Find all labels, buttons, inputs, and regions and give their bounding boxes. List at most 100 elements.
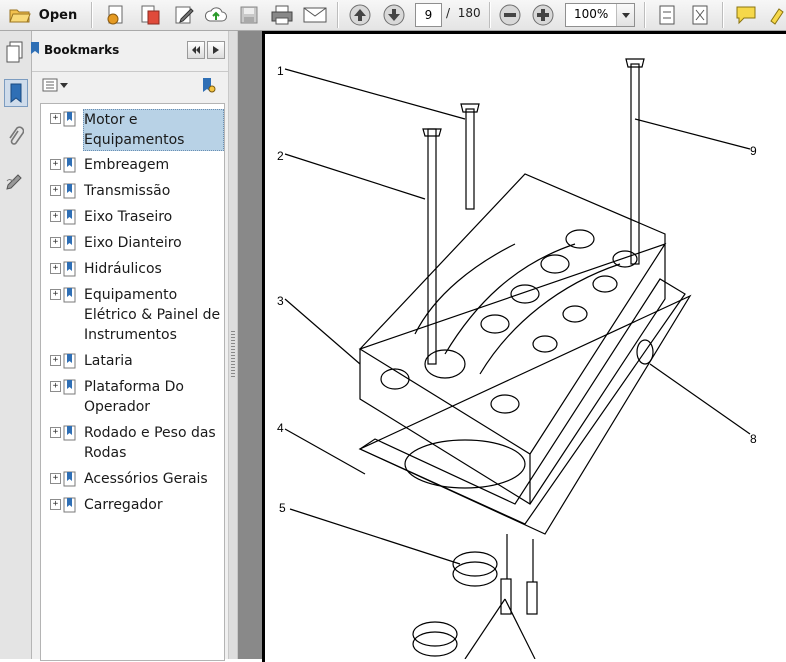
cylinder-head-drawing — [284, 58, 751, 659]
bookmark-icon — [63, 111, 76, 127]
zoom-in-button[interactable] — [531, 3, 555, 27]
bookmark-options-button[interactable] — [42, 78, 68, 92]
toolbar-separator — [91, 2, 93, 28]
bookmark-small-icon — [31, 42, 39, 54]
zoom-value: 100% — [574, 7, 609, 21]
edit-button[interactable] — [171, 3, 197, 27]
bookmark-label: Transmissão — [84, 183, 171, 199]
callout-2: 2 — [277, 149, 284, 163]
previous-page-button[interactable] — [347, 3, 373, 27]
bookmark-item[interactable]: + Plataforma Do Operador — [41, 377, 224, 417]
bookmark-item[interactable]: + Transmissão — [41, 181, 224, 201]
bookmark-label: Lataria — [84, 353, 133, 369]
expand-icon — [692, 5, 708, 25]
bookmarks-panel-button[interactable] — [4, 79, 28, 107]
expand-icon[interactable]: + — [50, 211, 61, 222]
highlight-button[interactable] — [765, 3, 786, 27]
expand-icon[interactable]: + — [50, 237, 61, 248]
expand-icon[interactable]: + — [50, 263, 61, 274]
bookmark-icon — [63, 471, 76, 487]
create-pdf-button[interactable] — [103, 3, 129, 27]
bookmark-item[interactable]: + Carregador — [41, 495, 224, 515]
open-label: Open — [38, 7, 78, 23]
arrow-down-circle-icon — [383, 4, 405, 26]
bookmark-label: Acessórios Gerais — [84, 471, 208, 487]
panel-title: Bookmarks — [44, 43, 120, 57]
bookmark-item[interactable]: + Lataria — [41, 351, 224, 371]
print-button[interactable] — [268, 3, 296, 27]
bookmark-item[interactable]: + Embreagem — [41, 155, 224, 175]
signatures-panel-button[interactable] — [4, 167, 26, 193]
navigation-strip — [0, 31, 32, 659]
options-menu-icon — [42, 78, 58, 92]
collapse-panel-button[interactable] — [187, 41, 205, 59]
expand-icon[interactable]: + — [50, 289, 61, 300]
bookmark-item[interactable]: + Rodado e Peso das Rodas — [41, 423, 224, 463]
callout-8: 8 — [750, 432, 757, 446]
bookmarks-panel: Bookmarks + Motor e Equipamentos + Embreage… — [31, 31, 228, 661]
pages-panel-button[interactable] — [4, 39, 26, 65]
bookmark-label: Equipamento Elétrico & Painel de Instrum… — [84, 287, 221, 343]
bookmark-item[interactable]: + Hidráulicos — [41, 259, 224, 279]
bookmark-item[interactable]: + Eixo Dianteiro — [41, 233, 224, 253]
bookmark-icon — [63, 261, 76, 277]
open-button[interactable]: Open — [6, 3, 80, 27]
fit-page-button[interactable] — [655, 3, 679, 27]
main-toolbar: Open 9 / 180 100% — [0, 0, 786, 31]
expand-icon[interactable]: + — [50, 113, 61, 124]
expand-icon[interactable]: + — [50, 185, 61, 196]
bookmark-icon — [63, 497, 76, 513]
callout-4: 4 — [277, 421, 284, 435]
bookmark-label: Rodado e Peso das Rodas — [84, 425, 216, 461]
bookmark-icon — [63, 287, 76, 303]
expand-icon[interactable]: + — [50, 473, 61, 484]
bookmark-icon — [63, 353, 76, 369]
bookmark-label: Eixo Traseiro — [84, 209, 173, 225]
zoom-select[interactable]: 100% — [565, 3, 635, 27]
combine-files-icon — [141, 5, 160, 25]
arrow-up-circle-icon — [349, 4, 371, 26]
expand-icon[interactable]: + — [50, 355, 61, 366]
bookmark-item[interactable]: + Acessórios Gerais — [41, 469, 224, 489]
chevron-down-icon[interactable] — [616, 4, 634, 26]
signature-pen-icon — [6, 174, 22, 190]
bookmark-item[interactable]: + Motor e Equipamentos — [41, 109, 224, 151]
combine-files-button[interactable] — [137, 3, 163, 27]
find-bookmark-button[interactable] — [200, 77, 218, 99]
expand-icon[interactable]: + — [50, 159, 61, 170]
panel-splitter[interactable] — [228, 31, 238, 659]
create-pdf-icon — [107, 5, 123, 25]
bookmark-item[interactable]: + Eixo Traseiro — [41, 207, 224, 227]
upload-button[interactable] — [203, 3, 229, 27]
bookmark-item[interactable]: + Equipamento Elétrico & Painel de Instru… — [41, 285, 224, 345]
chevron-right-icon — [213, 46, 219, 54]
panel-options-button[interactable] — [207, 41, 225, 59]
bookmarks-toolbar — [32, 72, 228, 100]
attachments-panel-button[interactable] — [4, 123, 26, 149]
paperclip-icon — [9, 126, 24, 145]
toolbar-separator — [722, 2, 724, 28]
expand-icon[interactable]: + — [50, 499, 61, 510]
splitter-grip[interactable] — [231, 331, 235, 379]
chevron-down-icon — [60, 82, 68, 88]
next-page-button[interactable] — [381, 3, 407, 27]
minus-circle-icon — [499, 4, 521, 26]
page-number-input[interactable]: 9 — [415, 3, 442, 27]
pencil-form-icon — [175, 6, 194, 24]
bookmark-icon — [63, 209, 76, 225]
page-separator: / — [446, 6, 451, 20]
bookmark-icon — [63, 379, 76, 395]
cloud-upload-icon — [204, 7, 227, 22]
expand-icon[interactable]: + — [50, 427, 61, 438]
full-screen-button[interactable] — [688, 3, 712, 27]
comment-button[interactable] — [733, 3, 759, 27]
toolbar-separator — [337, 2, 339, 28]
envelope-icon — [303, 7, 327, 23]
email-button[interactable] — [301, 3, 329, 27]
document-view: 1 2 3 4 5 8 9 — [238, 31, 786, 662]
bookmark-search-icon — [203, 78, 216, 93]
zoom-out-button[interactable] — [498, 3, 522, 27]
expand-icon[interactable]: + — [50, 381, 61, 392]
pages-icon — [6, 41, 23, 63]
save-button[interactable] — [236, 3, 262, 27]
